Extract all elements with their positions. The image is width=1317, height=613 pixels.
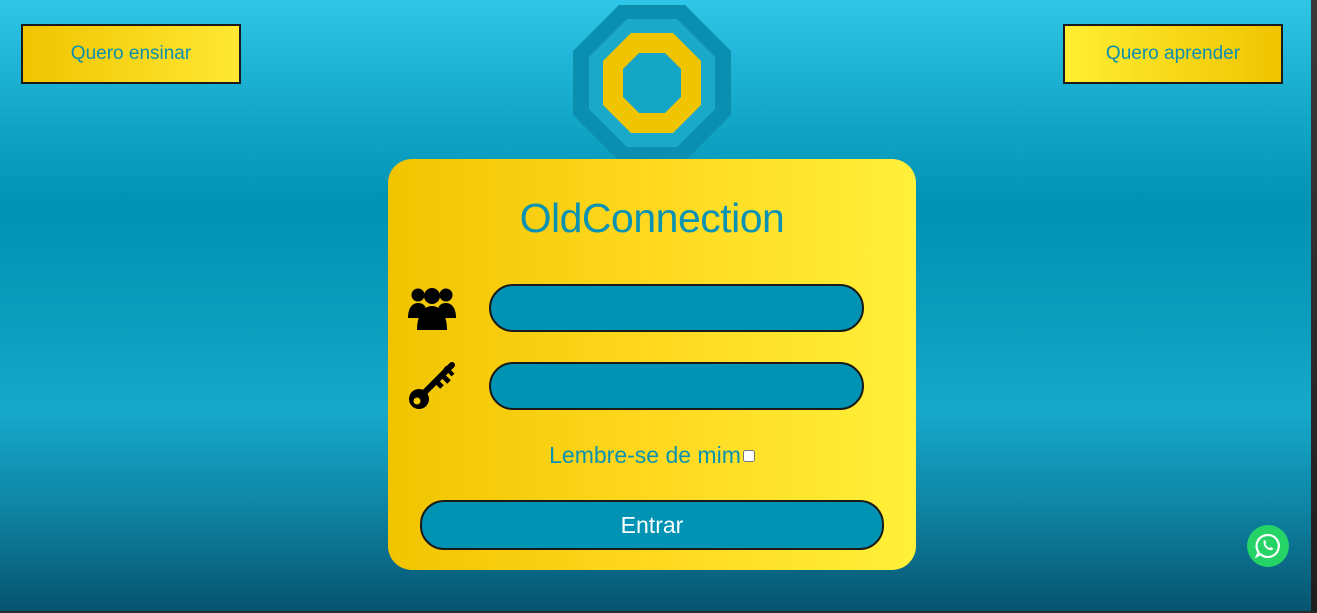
login-card: OldConnection Lembre-se de mim Entrar xyxy=(388,159,916,570)
quero-ensinar-label: Quero ensinar xyxy=(70,43,192,64)
remember-me-checkbox[interactable] xyxy=(742,449,755,462)
remember-me: Lembre-se de mim xyxy=(388,442,916,469)
username-input[interactable] xyxy=(489,284,864,332)
entrar-button[interactable]: Entrar xyxy=(420,500,884,550)
remember-me-label: Lembre-se de mim xyxy=(549,442,741,468)
quero-aprender-button[interactable]: Quero aprender xyxy=(1063,24,1283,84)
entrar-label: Entrar xyxy=(620,511,684,538)
app-title: OldConnection xyxy=(519,195,785,241)
password-input[interactable] xyxy=(489,362,864,410)
quero-aprender-label: Quero aprender xyxy=(1105,43,1241,64)
whatsapp-icon xyxy=(1254,533,1280,559)
logo-icon xyxy=(573,5,731,161)
whatsapp-button[interactable] xyxy=(1247,525,1289,567)
window-edge xyxy=(1311,0,1317,613)
key-icon xyxy=(409,362,455,409)
quero-ensinar-button[interactable]: Quero ensinar xyxy=(21,24,241,84)
users-icon xyxy=(408,288,456,330)
